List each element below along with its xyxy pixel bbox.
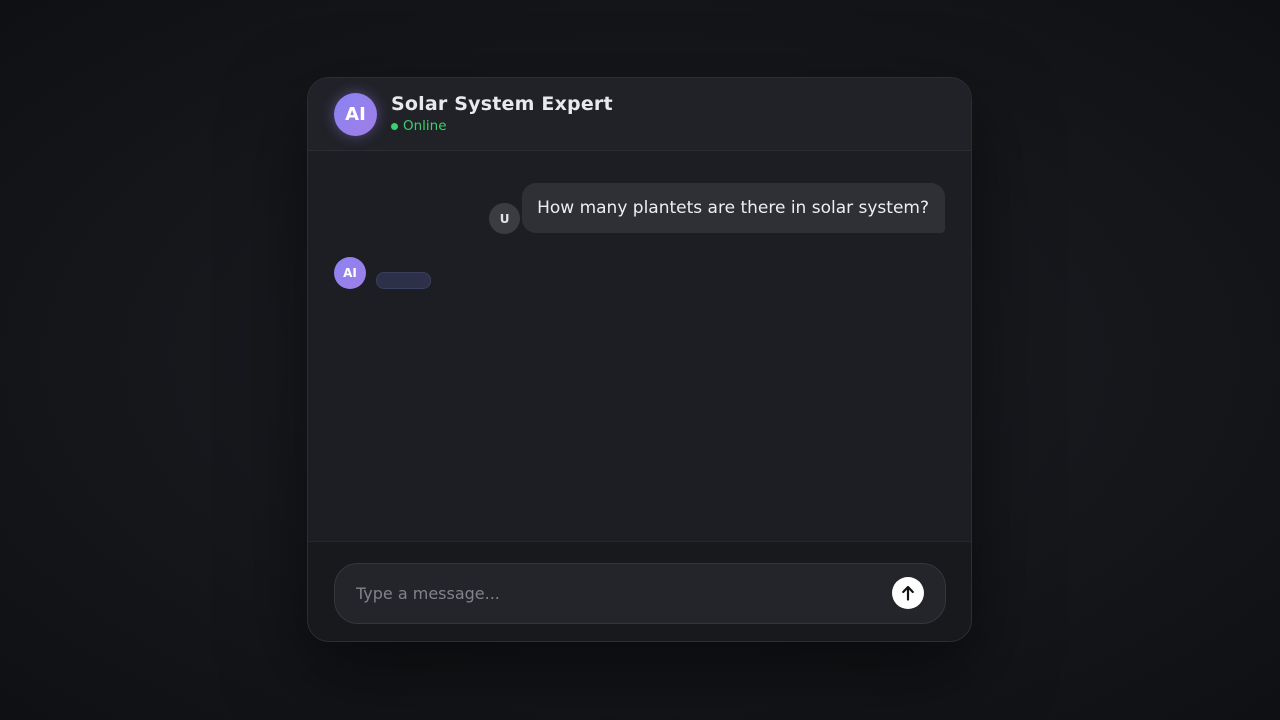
chat-title: Solar System Expert: [391, 93, 613, 115]
assistant-avatar-label: AI: [345, 104, 366, 125]
assistant-message-avatar: AI: [334, 257, 366, 289]
chat-window: AI Solar System Expert Online U How many…: [307, 77, 972, 642]
user-avatar: U: [489, 203, 521, 234]
composer-area: [308, 541, 971, 641]
send-button[interactable]: [892, 577, 924, 609]
message-input[interactable]: [335, 564, 875, 623]
assistant-message-bubble: [376, 272, 431, 289]
status-indicator: Online: [391, 118, 447, 134]
assistant-avatar: AI: [334, 93, 377, 136]
user-message-bubble: How many plantets are there in solar sys…: [522, 183, 945, 233]
message-list: U How many plantets are there in solar s…: [308, 151, 971, 541]
chat-header: AI Solar System Expert Online: [308, 78, 971, 151]
online-dot-icon: [391, 122, 398, 130]
assistant-message-avatar-label: AI: [343, 266, 357, 280]
user-message: U How many plantets are there in solar s…: [489, 183, 945, 234]
arrow-up-icon: [902, 585, 914, 601]
status-text: Online: [403, 118, 447, 134]
assistant-message: AI: [334, 257, 431, 289]
user-avatar-label: U: [499, 211, 510, 226]
message-input-container: [334, 563, 946, 624]
